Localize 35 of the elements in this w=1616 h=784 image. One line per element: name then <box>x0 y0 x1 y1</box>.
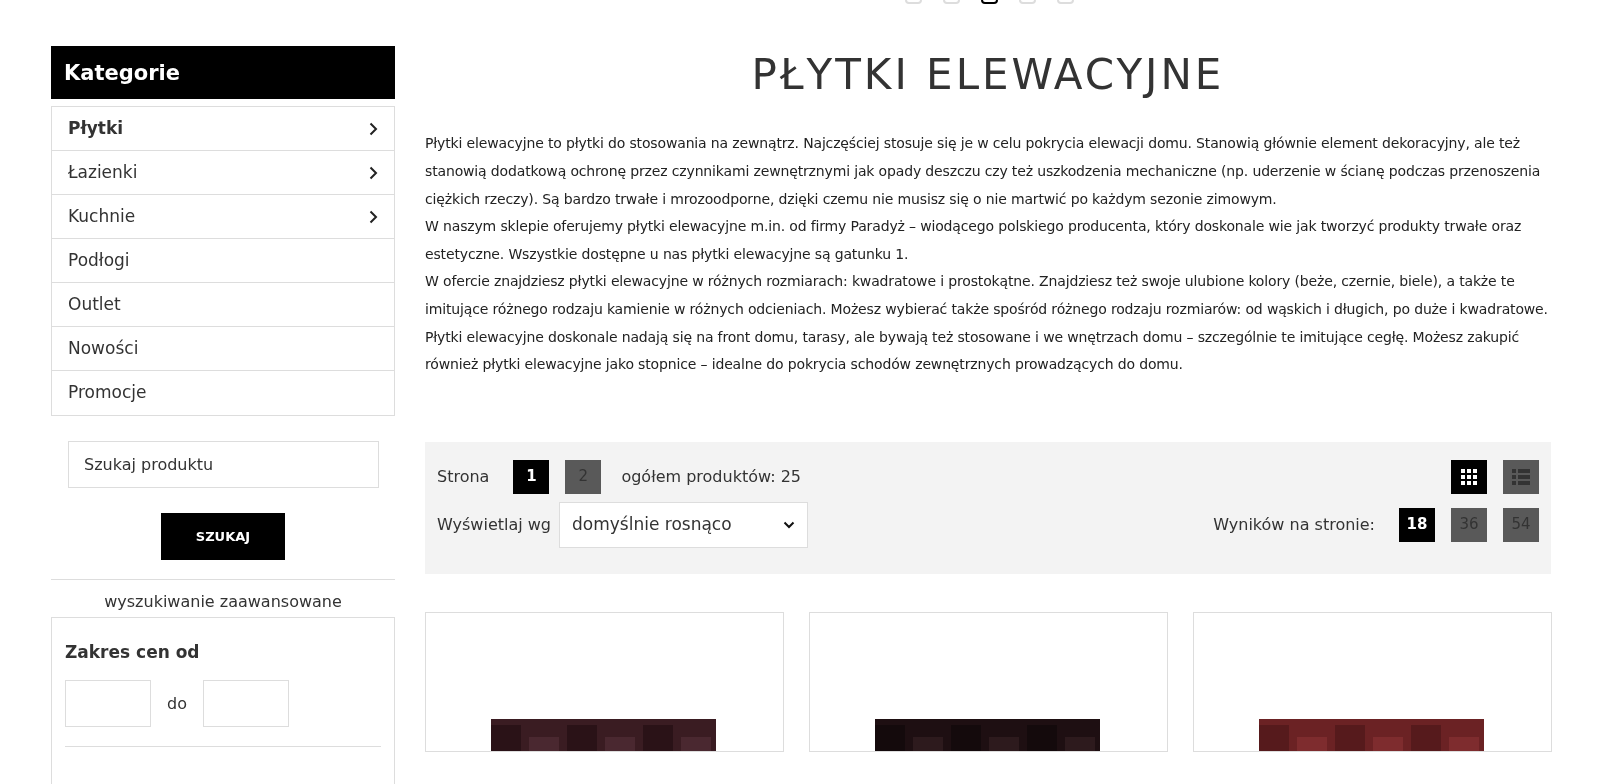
chevron-down-icon <box>783 520 795 529</box>
price-separator: do <box>167 692 187 715</box>
category-item[interactable]: Outlet <box>52 283 394 327</box>
per-page-button[interactable]: 18 <box>1399 507 1435 542</box>
sidebar-title: Kategorie <box>51 46 395 99</box>
search-field[interactable]: Szukaj produktu <box>68 441 379 488</box>
grid-view-button[interactable] <box>1451 459 1487 494</box>
category-item[interactable]: Promocje <box>52 371 394 415</box>
price-to-field[interactable] <box>202 680 289 728</box>
list-view-button[interactable] <box>1503 459 1539 494</box>
category-item[interactable]: Kuchnie <box>52 195 394 239</box>
description-paragraph: W naszym sklepie oferujemy płytki elewacyjne m.in. od firmy Paradyż – wiodącego polskiego producenta, który doskonale wie jak tworzyć produkty trwałe oraz estetyczne. Wszystkie dostępne u nas płytki elewacyjne są gatunku 1. <box>425 217 1523 264</box>
sort-dropdown[interactable]: domyślnie rosnąco <box>559 501 808 548</box>
description-paragraph: Płytki elewacyjne to płytki do stosowania na zewnątrz. Najczęściej stosuje się je w celu pokrycia elewacji domu. Stanowią głównie element dekoracyjny, ale też stanowią dodatkową ochronę przez czynnikami zewnętrznymi jak opady deszczu czy też uszkodzenia mechaniczne (np. uderzenie w ścianę podczas przenoszenia ciężkich rzeczy). Są bardzo trwałe i mrozoodporne, dzięki czemu nie musisz się o nie martwić po każdym sezonie zimowym. <box>425 134 1542 209</box>
product-card[interactable] <box>1193 611 1552 752</box>
category-item[interactable]: Nowości <box>52 327 394 371</box>
grid-icon <box>1461 468 1477 485</box>
page-title: PŁYTKI ELEWACYJNE <box>750 50 1226 101</box>
page-label: Strona <box>437 465 490 488</box>
price-from-field[interactable] <box>65 680 151 728</box>
advanced-search-link[interactable]: wyszukiwanie zaawansowane <box>104 592 342 611</box>
price-range-label: Zakres cen od <box>65 642 201 663</box>
category-item[interactable]: Podłogi <box>52 239 394 283</box>
list-icon <box>1512 468 1530 485</box>
sort-label: Wyświetlaj wg <box>437 513 551 536</box>
category-item[interactable]: Płytki <box>52 107 394 151</box>
description-paragraph: W ofercie znajdziesz płytki elewacyjne w różnych rozmiarach: kwadratowe i prostokątne. Znajdziesz też swoje ulubione kolory (beże, czernie, biele), a także te imitujące różnego rodzaju kamienie w różnych odcieniach. Możesz wybierać także spośród różnego rodzaju rozmiarów: od wąskich i długich, po duże i kwadratowe. <box>425 272 1549 319</box>
category-item[interactable]: Łazienki <box>52 151 394 195</box>
per-page-label: Wyników na stronie: <box>1213 513 1375 536</box>
product-count: ogółem produktów: 25 <box>621 465 802 488</box>
product-card[interactable] <box>425 611 784 752</box>
product-card[interactable] <box>809 611 1168 752</box>
search-button[interactable]: SZUKAJ <box>161 513 285 560</box>
page-button[interactable]: 1 <box>513 459 550 494</box>
description-paragraph: Płytki elewacyjne doskonale nadają się na front domu, tarasy, ale bywają też stosowane i we wnętrzach domu – szczególnie te imitujące cegłę. Możesz zakupić również płytki elewacyjne jako stopnice – idealne do pokrycia schodów zewnętrznych prowadzących do domu. <box>425 327 1521 375</box>
